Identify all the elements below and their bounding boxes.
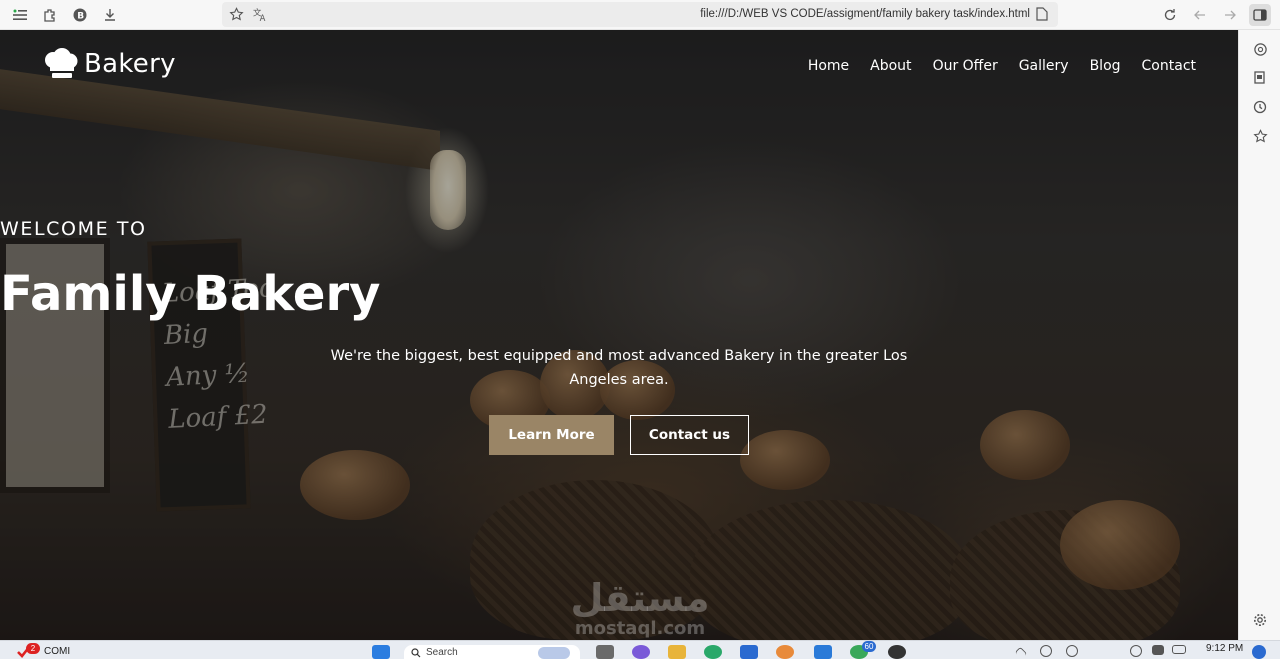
watermark-arabic: مستقل [570,576,710,620]
teams-icon[interactable] [632,645,650,659]
nav-gallery[interactable]: Gallery [1019,58,1069,74]
taskbar-search[interactable]: Search [404,645,580,660]
tray-wifi-icon[interactable] [1130,645,1142,657]
mostaql-watermark: مستقل mostaql.com [560,578,720,639]
copilot-icon[interactable] [1250,39,1270,59]
search-highlight-icon [538,647,570,659]
app-badge: 60 [862,641,876,652]
file-page-icon[interactable] [1036,7,1050,21]
translate-icon[interactable]: 文A [250,4,270,24]
windows-start-icon[interactable] [372,645,390,659]
tray-battery-icon[interactable] [1172,645,1186,654]
brand-name: Bakery [84,49,176,79]
vscode-icon[interactable] [814,645,832,659]
favorites-icon[interactable] [1250,126,1270,146]
nav-contact[interactable]: Contact [1142,58,1196,74]
settings-gear-icon[interactable] [1250,610,1270,630]
nav-home[interactable]: Home [808,58,849,74]
taskbar-notification-app[interactable]: 2 COMI [16,643,70,659]
hero-subtitle: We're the biggest, best equipped and mos… [330,348,908,388]
tray-sync-icon[interactable] [1040,645,1052,657]
windows-taskbar: 2 COMI Search 60 9:12 PM [0,640,1280,660]
watermark-latin: mostaql.com [574,618,706,639]
nav-about[interactable]: About [870,58,911,74]
nav-blog[interactable]: Blog [1090,58,1121,74]
back-arrow-icon[interactable] [1190,5,1210,25]
history-icon[interactable] [1250,97,1270,117]
store-icon[interactable] [740,645,758,659]
nav-our-offer[interactable]: Our Offer [933,58,998,74]
svg-text:A: A [259,13,265,22]
forward-arrow-icon[interactable] [1220,5,1240,25]
media-app-icon[interactable] [888,645,906,659]
hero-eyebrow: WELCOME TO [0,218,147,240]
search-placeholder: Search [426,647,458,658]
task-view-icon[interactable] [596,645,614,659]
hero-title: Family Bakery [0,266,381,322]
learn-more-button[interactable]: Learn More [489,415,614,455]
download-icon[interactable] [100,5,120,25]
file-explorer-icon[interactable] [668,645,686,659]
main-navigation: Home About Our Offer Gallery Blog Contac… [787,58,1196,74]
svg-text:B: B [77,12,84,22]
extension-b-icon[interactable]: B [70,5,90,25]
tray-chevron-icon[interactable] [1014,646,1028,660]
url-text[interactable]: file:///D:/WEB VS CODE/assigment/family … [700,8,1030,20]
sidebar-menu-icon[interactable] [10,5,30,25]
tray-language-icon[interactable] [1066,645,1078,657]
taskbar-clock[interactable]: 9:12 PM [1206,643,1243,654]
tray-volume-icon[interactable] [1152,645,1164,655]
search-icon [411,648,421,658]
brand-logo[interactable]: Bakery [42,48,176,80]
extensions-icon[interactable] [40,5,60,25]
chef-hat-icon [45,48,78,78]
browser-toolbar: B 文A file:///D:/WEB VS CODE/assigment/fa… [0,0,1280,30]
reload-icon[interactable] [1160,5,1180,25]
bakery-webpage: Loaf Too Big Any ½ Loaf £2 Bakery Home A… [0,30,1238,640]
collections-icon[interactable] [1250,68,1270,88]
hero-dark-overlay [0,30,1238,640]
browser-side-panel [1238,30,1280,640]
address-bar[interactable]: 文A file:///D:/WEB VS CODE/assigment/fami… [222,2,1058,27]
chrome-icon[interactable] [776,645,794,659]
sidebar-toggle-icon[interactable] [1249,4,1271,26]
taskbar-app-label: COMI [44,645,71,657]
favorite-star-icon[interactable] [226,4,246,24]
edge-browser-icon[interactable] [704,645,722,659]
notification-icon[interactable] [1252,645,1266,659]
taskbar-badge: 2 [26,643,40,654]
contact-us-button[interactable]: Contact us [630,415,749,455]
